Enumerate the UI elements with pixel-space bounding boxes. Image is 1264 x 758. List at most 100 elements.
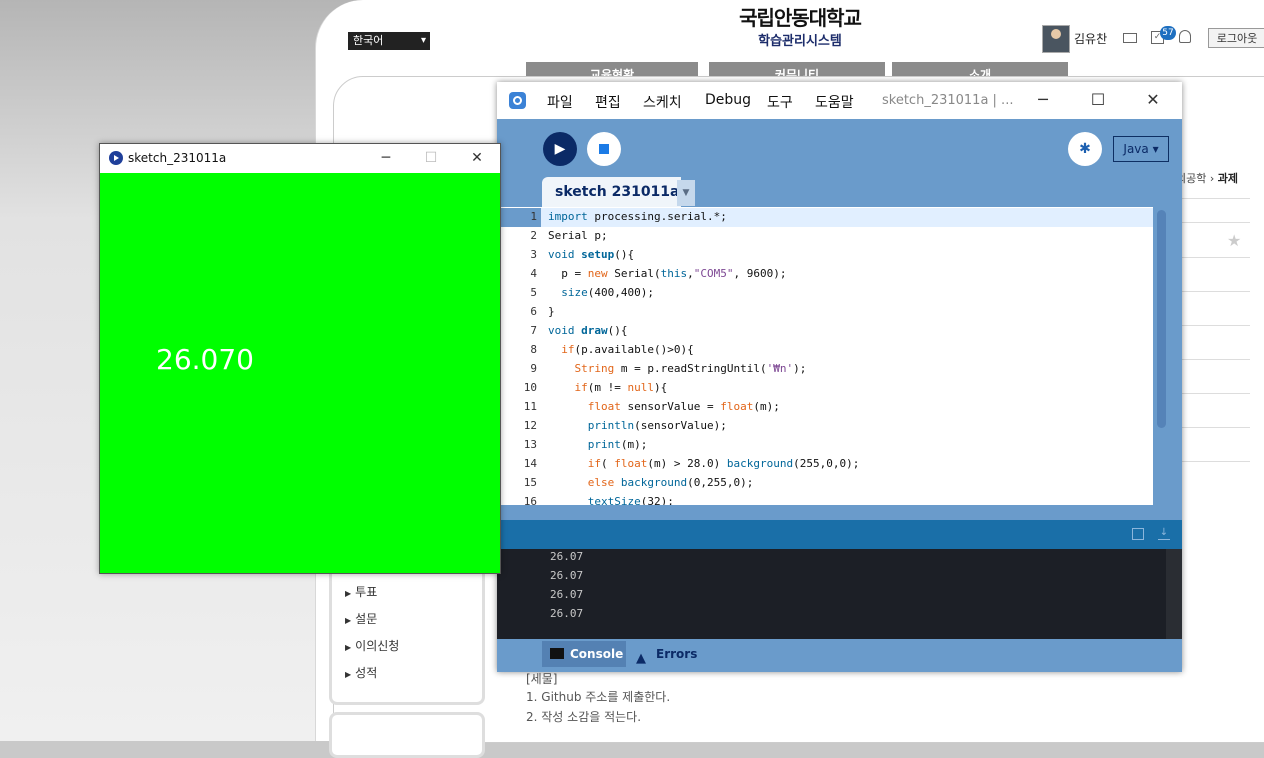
line-number: 11 — [523, 400, 537, 413]
sketch-window: sketch_231011a ─ ☐ ✕ 26.070 — [99, 143, 501, 574]
code-line: void setup(){ — [548, 248, 635, 261]
minimize-icon[interactable]: ─ — [1031, 88, 1055, 112]
errors-tab-label: Errors — [656, 647, 698, 661]
console-tab-label: Console — [570, 647, 624, 661]
university-title: 국립안동대학교 — [739, 6, 862, 30]
tab-sketch[interactable]: sketch 231011a — [542, 177, 681, 207]
menu-sketch[interactable]: 스케치 — [643, 92, 682, 112]
description-line: 1. Github 주소를 제출한다. — [526, 690, 671, 704]
processing-logo-icon — [509, 92, 526, 109]
code-line: print(m); — [587, 438, 648, 451]
code-line: if( float(m) > 28.0) background(255,0,0)… — [587, 457, 860, 470]
console-line: 26.07 — [550, 588, 584, 601]
divider — [1182, 257, 1250, 258]
description-line: 2. 작성 소감을 적는다. — [526, 710, 642, 724]
star-icon[interactable]: ★ — [1227, 231, 1241, 250]
menu-tools[interactable]: 도구 — [767, 92, 793, 112]
line-number: 15 — [523, 476, 537, 489]
divider — [1182, 359, 1250, 360]
code-line: if(m != null){ — [574, 381, 668, 394]
console-scrollbar[interactable] — [1166, 549, 1182, 639]
triangle-right-icon: ▶ — [345, 670, 352, 679]
menu-help[interactable]: 도움말 — [815, 92, 854, 112]
line-number: 4 — [530, 267, 537, 280]
line-number: 16 — [523, 495, 537, 505]
maximize-icon[interactable]: ☐ — [1086, 88, 1110, 112]
console-header — [497, 520, 1182, 549]
console-output — [497, 549, 1182, 639]
code-line: import processing.serial.*; — [548, 210, 727, 223]
divider — [1182, 427, 1250, 428]
code-line: String m = p.readStringUntil('₩n'); — [574, 362, 807, 375]
line-number: 13 — [523, 438, 537, 451]
tab-console[interactable]: Console — [542, 641, 626, 667]
play-icon[interactable]: ▶ — [543, 132, 577, 166]
processing-logo-icon — [109, 151, 123, 165]
code-line: size(400,400); — [561, 286, 654, 299]
line-number: 5 — [530, 286, 537, 299]
side-menu-item-grades[interactable]: ▶ 성적 — [345, 664, 377, 681]
processing-ide-window: 파일 편집 스케치 Debug 도구 도움말 sketch_231011a | … — [497, 82, 1182, 672]
divider — [1182, 198, 1250, 199]
side-menu-item-vote[interactable]: ▶ 투표 — [345, 583, 377, 600]
code-line: float sensorValue = float(m); — [587, 400, 780, 413]
code-line: if(p.available()>0){ — [561, 343, 694, 356]
minimize-icon[interactable]: ─ — [375, 148, 397, 168]
sensor-value-text: 26.070 — [156, 343, 254, 376]
debug-icon[interactable]: ✱ — [1068, 132, 1102, 166]
breadcrumb: 의공학 › 과제 — [1176, 170, 1238, 186]
close-icon[interactable]: ✕ — [466, 148, 488, 168]
user-name[interactable]: 김유찬 — [1074, 30, 1107, 47]
editor-scrollbar-thumb[interactable] — [1157, 210, 1166, 428]
copy-icon[interactable] — [1132, 528, 1144, 540]
divider — [1182, 291, 1250, 292]
tab-errors[interactable]: ▲ Errors — [632, 641, 712, 667]
console-icon — [550, 648, 564, 659]
code-line: } — [548, 305, 555, 318]
notification-badge: 57 — [1160, 26, 1176, 40]
code-line: else background(0,255,0); — [587, 476, 754, 489]
code-line: void draw(){ — [548, 324, 628, 337]
line-number: 2 — [530, 229, 537, 242]
stop-icon[interactable] — [587, 132, 621, 166]
divider — [1182, 393, 1250, 394]
logout-button[interactable]: 로그아웃 — [1208, 28, 1264, 48]
language-value: 한국어 — [353, 34, 384, 47]
divider — [1182, 325, 1250, 326]
triangle-right-icon: ▶ — [345, 616, 352, 625]
line-number: 1 — [530, 210, 537, 223]
line-number: 8 — [530, 343, 537, 356]
side-menu-label: 성적 — [355, 666, 378, 680]
sketch-window-title: sketch_231011a — [128, 151, 227, 165]
menu-debug[interactable]: Debug — [705, 92, 751, 108]
triangle-right-icon: ▶ — [345, 643, 352, 652]
triangle-right-icon: ▶ — [345, 589, 352, 598]
bell-icon[interactable] — [1179, 30, 1191, 43]
menu-edit[interactable]: 편집 — [595, 92, 621, 112]
side-panel-bottom — [329, 712, 485, 758]
line-number: 12 — [523, 419, 537, 432]
line-number: 14 — [523, 457, 537, 470]
side-menu-item-appeal[interactable]: ▶ 이의신청 — [345, 637, 399, 654]
code-editor[interactable]: 1 2 3 4 5 6 7 8 9 10 11 12 13 14 15 16 i… — [497, 207, 1182, 505]
code-line: println(sensorValue); — [587, 419, 727, 432]
close-icon[interactable]: ✕ — [1141, 88, 1165, 112]
mode-selector[interactable]: Java ▾ — [1113, 136, 1169, 162]
system-title: 학습관리시스템 — [758, 34, 842, 49]
code-line: p = new Serial(this,"COM5", 9600); — [548, 267, 787, 280]
maximize-icon: ☐ — [424, 150, 438, 166]
avatar[interactable] — [1042, 25, 1070, 53]
line-number: 9 — [530, 362, 537, 375]
menu-file[interactable]: 파일 — [547, 92, 573, 112]
language-select[interactable]: 한국어 ▾ — [348, 32, 430, 50]
sketch-canvas[interactable]: 26.070 — [100, 173, 500, 573]
breadcrumb-current: 과제 — [1217, 172, 1239, 185]
clear-console-icon[interactable]: ↓ — [1158, 528, 1170, 540]
console-line: 26.07 — [550, 569, 584, 582]
code-line: textSize(32); — [587, 495, 674, 505]
tab-menu-arrow-icon[interactable]: ▼ — [677, 180, 695, 206]
ide-titlebar: 파일 편집 스케치 Debug 도구 도움말 sketch_231011a | … — [497, 82, 1182, 119]
side-menu-item-survey[interactable]: ▶ 설문 — [345, 610, 377, 627]
warning-icon: ▲ — [636, 651, 646, 666]
mail-icon[interactable] — [1123, 33, 1137, 43]
